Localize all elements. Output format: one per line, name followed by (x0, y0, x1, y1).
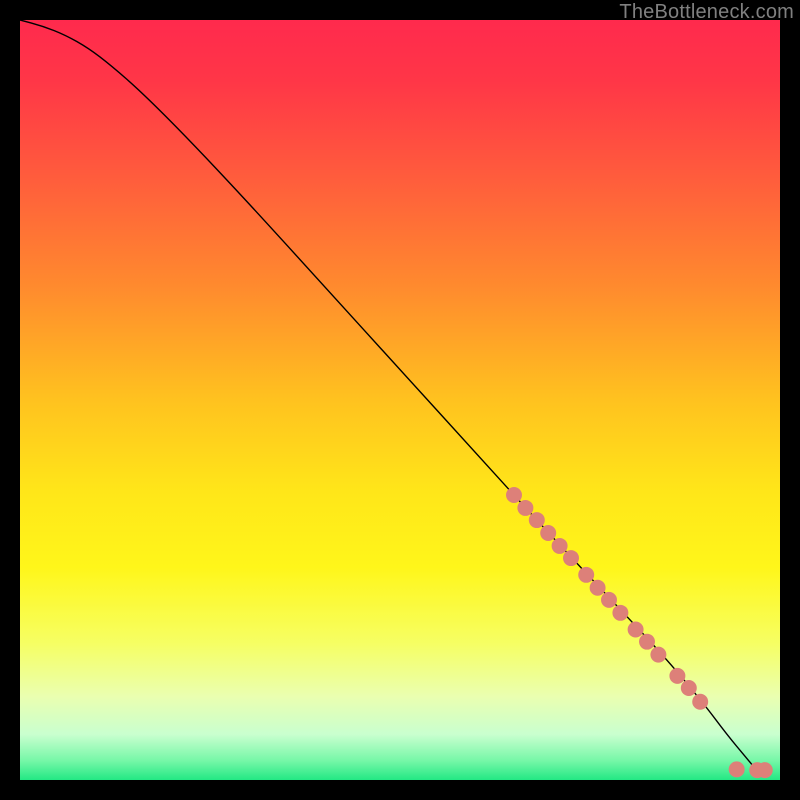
curve-markers (506, 487, 773, 778)
curve-marker (578, 567, 594, 583)
curve-marker (650, 647, 666, 663)
curve-marker (692, 694, 708, 710)
curve-marker (552, 538, 568, 554)
curve-marker (506, 487, 522, 503)
curve-marker (729, 761, 745, 777)
curve-marker (639, 634, 655, 650)
watermark-text: TheBottleneck.com (619, 1, 794, 24)
curve-marker (590, 580, 606, 596)
curve-marker (757, 762, 773, 778)
curve-marker (669, 668, 685, 684)
curve-marker (612, 605, 628, 621)
curve-marker (540, 525, 556, 541)
curve-marker (517, 500, 533, 516)
plot-area (20, 20, 780, 780)
curve-marker (601, 592, 617, 608)
curve-marker (529, 512, 545, 528)
curve-marker (681, 680, 697, 696)
curve-marker (563, 550, 579, 566)
curve-layer (20, 20, 780, 780)
chart-stage: TheBottleneck.com (0, 0, 800, 800)
curve-marker (628, 622, 644, 638)
